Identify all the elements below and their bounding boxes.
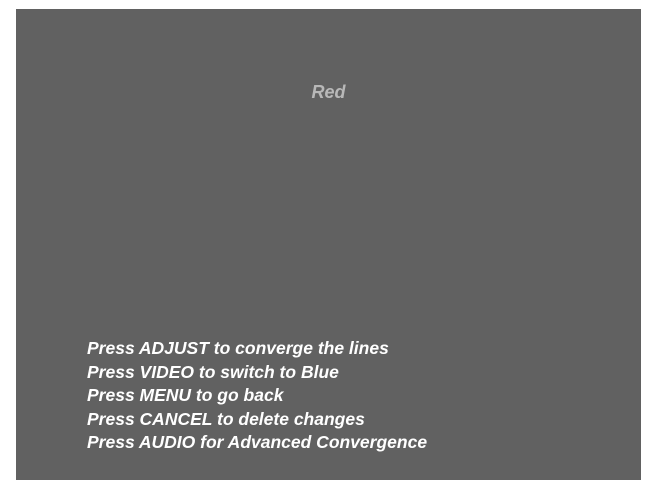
instruction-adjust: Press ADJUST to converge the lines bbox=[87, 338, 389, 358]
instruction-audio: Press AUDIO for Advanced Convergence bbox=[87, 432, 428, 452]
instruction-list: Press ADJUST to converge the lines Press… bbox=[87, 337, 427, 455]
convergence-screen: Red Press ADJUST to converge the lines P… bbox=[16, 9, 641, 480]
instruction-menu: Press MENU to go back bbox=[87, 385, 284, 405]
color-mode-title: Red bbox=[311, 82, 346, 102]
instruction-video: Press VIDEO to switch to Blue bbox=[87, 361, 339, 382]
instruction-cancel: Press CANCEL to delete changes bbox=[87, 408, 365, 429]
